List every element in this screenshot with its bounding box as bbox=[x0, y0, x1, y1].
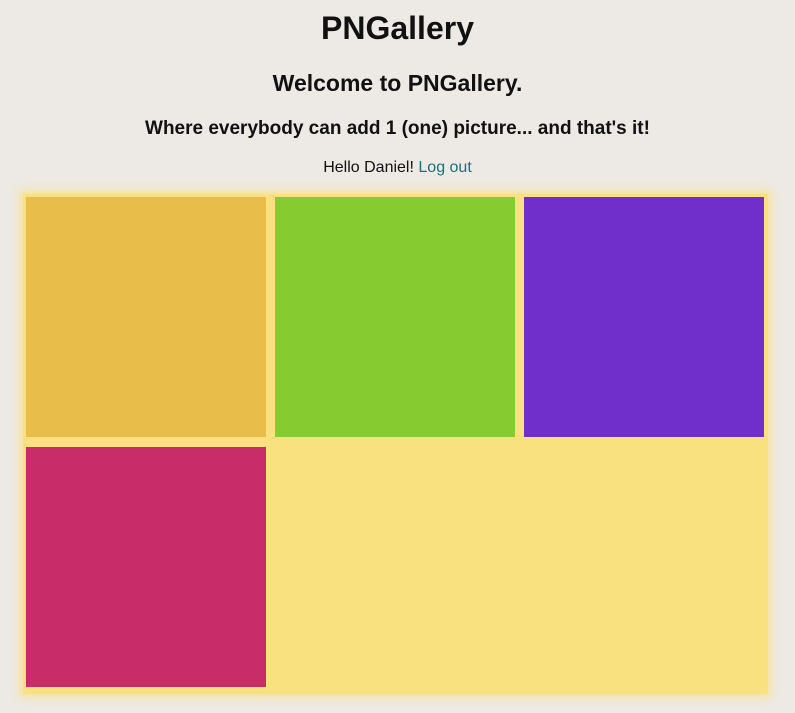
gallery-picture[interactable] bbox=[26, 447, 266, 687]
gallery-picture[interactable] bbox=[524, 197, 764, 437]
user-bar: Hello Daniel! Log out bbox=[0, 158, 795, 178]
gallery-picture[interactable] bbox=[26, 197, 266, 437]
picture-gallery bbox=[23, 194, 768, 694]
tagline: Where everybody can add 1 (one) picture.… bbox=[145, 118, 650, 139]
gallery-picture[interactable] bbox=[275, 197, 515, 437]
welcome-heading: Welcome to PNGallery. bbox=[272, 70, 523, 96]
logout-link[interactable]: Log out bbox=[418, 159, 471, 176]
site-title: PNGallery bbox=[321, 10, 474, 46]
user-greeting: Hello Daniel! bbox=[323, 159, 414, 176]
